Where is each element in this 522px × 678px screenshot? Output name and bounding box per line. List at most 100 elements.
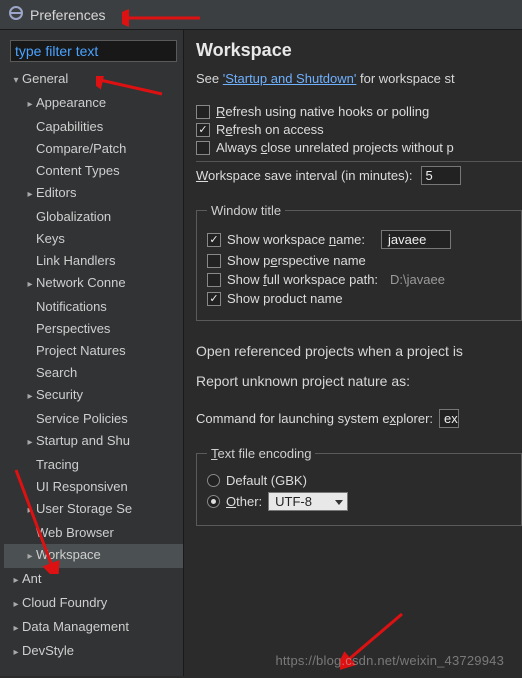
tree-item-label: Compare/Patch bbox=[36, 141, 126, 156]
page-title: Workspace bbox=[196, 40, 522, 61]
close-unrelated-row[interactable]: Always close unrelated projects without … bbox=[196, 140, 522, 155]
tree-item-label: Editors bbox=[36, 185, 76, 200]
tree-item-project-natures[interactable]: Project Natures bbox=[4, 340, 183, 362]
explorer-command-input[interactable]: ex bbox=[439, 409, 459, 428]
tree-item-label: UI Responsiven bbox=[36, 479, 128, 494]
close-unrelated-checkbox[interactable] bbox=[196, 141, 210, 155]
titlebar: Preferences bbox=[0, 0, 522, 30]
filter-input[interactable] bbox=[10, 40, 177, 62]
tree-item-label: Project Natures bbox=[36, 343, 126, 358]
tree-item-content-types[interactable]: Content Types bbox=[4, 160, 183, 182]
expand-caret-icon[interactable]: ▸ bbox=[24, 95, 36, 115]
tree-item-keys[interactable]: Keys bbox=[4, 228, 183, 250]
tree-item-label: Network Conne bbox=[36, 275, 126, 290]
expand-caret-icon[interactable]: ▸ bbox=[24, 185, 36, 205]
tree-item-label: DevStyle bbox=[22, 643, 74, 658]
tree-item-perspectives[interactable]: Perspectives bbox=[4, 318, 183, 340]
tree-item-compare-patch[interactable]: Compare/Patch bbox=[4, 138, 183, 160]
encoding-default-radio[interactable] bbox=[207, 474, 220, 487]
window-title-group: Window title Show workspace name: javaee… bbox=[196, 203, 522, 321]
window-title-legend: Window title bbox=[207, 203, 285, 218]
preferences-tree[interactable]: ▾General▸Appearance Capabilities Compare/P… bbox=[4, 68, 183, 664]
tree-item-label: Ant bbox=[22, 571, 42, 586]
show-workspace-name-checkbox[interactable] bbox=[207, 233, 221, 247]
eclipse-logo-icon bbox=[8, 5, 24, 24]
expand-caret-icon[interactable]: ▸ bbox=[10, 571, 22, 591]
encoding-other-radio[interactable] bbox=[207, 495, 220, 508]
workspace-name-input[interactable]: javaee bbox=[381, 230, 451, 249]
window-title: Preferences bbox=[30, 7, 105, 23]
tree-item-ui-responsiven[interactable]: UI Responsiven bbox=[4, 476, 183, 498]
tree-item-service-policies[interactable]: Service Policies bbox=[4, 408, 183, 430]
tree-item-user-storage-se[interactable]: ▸User Storage Se bbox=[4, 498, 183, 522]
tree-item-general[interactable]: ▾General bbox=[4, 68, 183, 92]
refresh-hooks-row[interactable]: Refresh using native hooks or polling bbox=[196, 104, 522, 119]
see-prefix: See bbox=[196, 71, 223, 86]
tree-item-devstyle[interactable]: ▸DevStyle bbox=[4, 640, 183, 664]
workspace-path-value: D:\javaee bbox=[390, 272, 445, 287]
tree-item-label: Globalization bbox=[36, 209, 111, 224]
expand-caret-icon[interactable]: ▾ bbox=[10, 71, 22, 91]
tree-item-cloud-foundry[interactable]: ▸Cloud Foundry bbox=[4, 592, 183, 616]
expand-caret-icon[interactable]: ▸ bbox=[24, 547, 36, 567]
tree-item-tracing[interactable]: Tracing bbox=[4, 454, 183, 476]
refresh-hooks-checkbox[interactable] bbox=[196, 105, 210, 119]
tree-item-workspace[interactable]: ▸Workspace bbox=[4, 544, 183, 568]
save-interval-input[interactable] bbox=[421, 166, 461, 185]
show-product-checkbox[interactable] bbox=[207, 292, 221, 306]
encoding-other-combo[interactable]: UTF-8 bbox=[268, 492, 348, 511]
tree-item-label: Data Management bbox=[22, 619, 129, 634]
tree-item-appearance[interactable]: ▸Appearance bbox=[4, 92, 183, 116]
encoding-other-row[interactable]: Other: UTF-8 bbox=[207, 492, 511, 511]
tree-item-label: Security bbox=[36, 387, 83, 402]
show-path-checkbox[interactable] bbox=[207, 273, 221, 287]
explorer-command-label: Command for launching system explorer: bbox=[196, 411, 433, 426]
show-perspective-checkbox[interactable] bbox=[207, 254, 221, 268]
startup-shutdown-link[interactable]: 'Startup and Shutdown' bbox=[223, 71, 357, 86]
tree-item-link-handlers[interactable]: Link Handlers bbox=[4, 250, 183, 272]
tree-item-capabilities[interactable]: Capabilities bbox=[4, 116, 183, 138]
expand-caret-icon[interactable]: ▸ bbox=[10, 643, 22, 663]
tree-item-startup-and-shu[interactable]: ▸Startup and Shu bbox=[4, 430, 183, 454]
tree-item-label: Perspectives bbox=[36, 321, 110, 336]
encoding-default-row[interactable]: Default (GBK) bbox=[207, 473, 511, 488]
tree-item-security[interactable]: ▸Security bbox=[4, 384, 183, 408]
tree-item-web-browser[interactable]: Web Browser bbox=[4, 522, 183, 544]
close-unrelated-label: Always close unrelated projects without … bbox=[216, 140, 454, 155]
tree-item-globalization[interactable]: Globalization bbox=[4, 206, 183, 228]
expand-caret-icon[interactable]: ▸ bbox=[10, 595, 22, 615]
tree-item-ant[interactable]: ▸Ant bbox=[4, 568, 183, 592]
encoding-default-label: Default (GBK) bbox=[226, 473, 307, 488]
preferences-tree-panel: ▾General▸Appearance Capabilities Compare/P… bbox=[0, 30, 184, 676]
tree-item-editors[interactable]: ▸Editors bbox=[4, 182, 183, 206]
refresh-access-checkbox[interactable] bbox=[196, 123, 210, 137]
tree-item-label: Startup and Shu bbox=[36, 433, 130, 448]
expand-caret-icon[interactable]: ▸ bbox=[24, 387, 36, 407]
show-product-row[interactable]: Show product name bbox=[207, 291, 511, 306]
filter-container bbox=[10, 40, 177, 62]
tree-item-label: Workspace bbox=[36, 547, 101, 562]
expand-caret-icon[interactable]: ▸ bbox=[24, 433, 36, 453]
refresh-hooks-label: Refresh using native hooks or polling bbox=[216, 104, 429, 119]
show-workspace-name-row[interactable]: Show workspace name: javaee bbox=[207, 230, 511, 249]
expand-caret-icon[interactable]: ▸ bbox=[24, 275, 36, 295]
explorer-command-row: Command for launching system explorer: e… bbox=[196, 409, 522, 428]
expand-caret-icon[interactable]: ▸ bbox=[10, 619, 22, 639]
encoding-legend: Text file encoding bbox=[207, 446, 315, 461]
refresh-access-row[interactable]: Refresh on access bbox=[196, 122, 522, 137]
tree-item-search[interactable]: Search bbox=[4, 362, 183, 384]
tree-item-notifications[interactable]: Notifications bbox=[4, 296, 183, 318]
show-path-row[interactable]: Show full workspace path: D:\javaee bbox=[207, 272, 511, 287]
expand-caret-icon[interactable]: ▸ bbox=[24, 501, 36, 521]
tree-item-label: Service Policies bbox=[36, 411, 128, 426]
show-perspective-row[interactable]: Show perspective name bbox=[207, 253, 511, 268]
tree-item-label: Capabilities bbox=[36, 119, 103, 134]
watermark: https://blog.csdn.net/weixin_43729943 bbox=[275, 653, 504, 668]
show-path-label: Show full workspace path: bbox=[227, 272, 378, 287]
show-perspective-label: Show perspective name bbox=[227, 253, 366, 268]
tree-item-label: Content Types bbox=[36, 163, 120, 178]
tree-item-data-management[interactable]: ▸Data Management bbox=[4, 616, 183, 640]
tree-item-label: Link Handlers bbox=[36, 253, 116, 268]
tree-item-network-conne[interactable]: ▸Network Conne bbox=[4, 272, 183, 296]
tree-item-label: User Storage Se bbox=[36, 501, 132, 516]
